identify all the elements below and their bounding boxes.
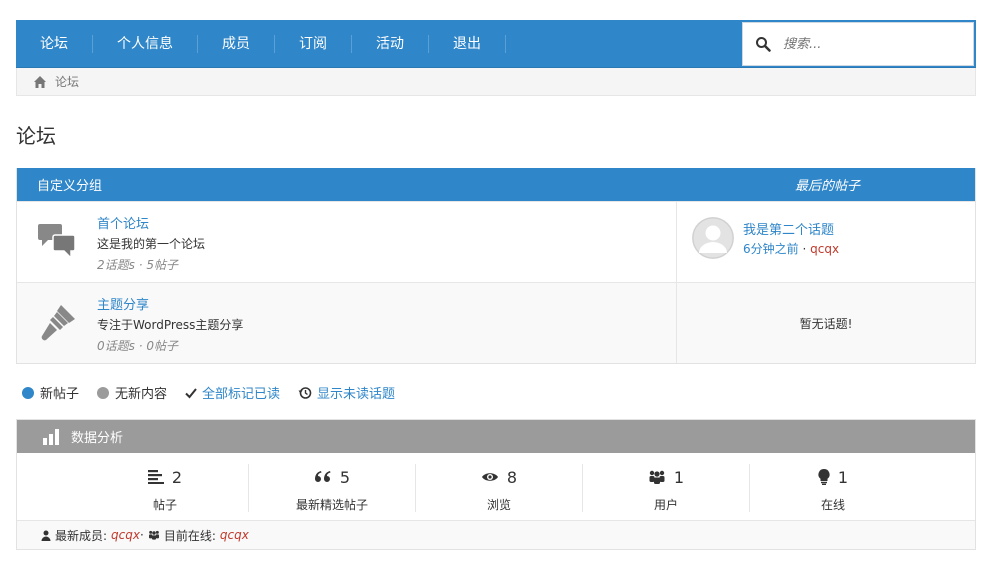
page-title: 论坛 [16, 124, 56, 148]
legend: 新帖子 无新内容 全部标记已读 显示未读话题 [22, 383, 413, 402]
avatar[interactable] [692, 217, 734, 259]
legend-no-new: 无新内容 [97, 383, 167, 402]
chat-bubbles-icon [38, 224, 76, 260]
stat-views: 8 浏览 [415, 464, 582, 512]
stats-panel: 数据分析 2 帖子 5 最新精选帖子 8 浏览 1 用户 1 在线 最新成员: … [16, 419, 976, 550]
paintbrush-icon [41, 305, 75, 341]
forum-title-link[interactable]: 首个论坛 [97, 213, 149, 232]
legend-no-new-label: 无新内容 [115, 387, 168, 402]
nav-forums[interactable]: 论坛 [16, 34, 93, 53]
search-input[interactable] [781, 35, 955, 53]
forum-description: 这是我的第一个论坛 [97, 237, 206, 251]
forum-description: 专注于WordPress主题分享 [97, 318, 244, 332]
forum-row: 主题分享 专注于WordPress主题分享 0话题s · 0帖子 暂无话题! [17, 282, 975, 363]
stat-label: 在线 [820, 498, 845, 512]
nav-profile[interactable]: 个人信息 [93, 34, 198, 53]
forum-row: 首个论坛 这是我的第一个论坛 2话题s · 5帖子 我是第二个话题 6分钟之前 … [17, 201, 975, 282]
nav-members[interactable]: 成员 [198, 34, 275, 53]
forum-main: 主题分享 专注于WordPress主题分享 0话题s · 0帖子 [17, 283, 677, 363]
stat-label: 浏览 [486, 498, 511, 512]
stat-posts: 2 帖子 [82, 464, 248, 512]
stat-label: 最新精选帖子 [295, 498, 368, 512]
forum-title-link[interactable]: 主题分享 [97, 294, 149, 313]
stats-footer: 最新成员: qcqx · 目前在线: qcqx [17, 520, 975, 549]
history-icon [298, 386, 312, 399]
quote-icon [314, 471, 331, 482]
forum-last-post: 我是第二个话题 6分钟之前 · qcqx [677, 202, 975, 282]
no-topic-text: 暂无话题! [799, 317, 853, 331]
legend-new-posts-label: 新帖子 [40, 387, 80, 402]
bar-chart-icon [43, 428, 59, 445]
user-icon [41, 530, 51, 541]
user-silhouette-icon [692, 217, 734, 259]
forum-table: 自定义分组 最后的帖子 首个论坛 这是我的第一个论坛 2话题s · 5帖子 我是… [16, 168, 976, 364]
stat-value: 1 [837, 467, 849, 487]
last-topic-link[interactable]: 我是第二个话题 [743, 219, 834, 238]
stats-title: 数据分析 [71, 431, 124, 446]
eye-icon [481, 473, 498, 481]
newest-member-link[interactable]: qcqx [111, 528, 140, 542]
nav-subscriptions[interactable]: 订阅 [275, 34, 352, 53]
top-nav: 论坛 个人信息 成员 订阅 活动 退出 [16, 20, 976, 68]
new-posts-dot-icon [22, 386, 34, 399]
forum-table-header: 自定义分组 最后的帖子 [17, 168, 975, 201]
separator-dot: · [139, 528, 144, 542]
stat-label: 用户 [653, 498, 678, 512]
forum-last-post: 暂无话题! [677, 283, 975, 363]
nav-activity[interactable]: 活动 [352, 34, 429, 53]
check-icon [185, 387, 197, 398]
separator-dot: · [802, 242, 811, 256]
show-unread-link[interactable]: 显示未读话题 [298, 383, 395, 402]
forum-stats: 0话题s · 0帖子 [97, 339, 178, 353]
last-post-meta: 6分钟之前 · qcqx [743, 240, 839, 257]
stats-header: 数据分析 [17, 420, 975, 453]
stat-cells: 2 帖子 5 最新精选帖子 8 浏览 1 用户 1 在线 [82, 464, 916, 512]
list-icon [147, 470, 164, 484]
page: 论坛 个人信息 成员 订阅 活动 退出 论坛 论坛 自定义分组 最后的帖子 [0, 0, 986, 566]
online-now-label: 目前在线: [163, 528, 216, 543]
stat-users: 1 用户 [582, 464, 749, 512]
online-user-link[interactable]: qcqx [220, 528, 249, 542]
breadcrumb-forums[interactable]: 论坛 [55, 73, 79, 90]
forum-stats: 2话题s · 5帖子 [97, 258, 178, 272]
last-post-author[interactable]: qcqx [810, 242, 839, 256]
last-post-header: 最后的帖子 [795, 179, 861, 194]
stat-value: 5 [339, 467, 351, 487]
stat-value: 1 [673, 467, 685, 487]
stat-featured: 5 最新精选帖子 [248, 464, 415, 512]
group-header: 自定义分组 [37, 179, 103, 194]
users-icon [649, 470, 665, 484]
last-post-time[interactable]: 6分钟之前 [743, 242, 799, 256]
users-icon [148, 530, 159, 540]
breadcrumb: 论坛 [16, 68, 976, 96]
newest-member-label: 最新成员: [55, 528, 108, 543]
show-unread-label[interactable]: 显示未读话题 [317, 383, 395, 402]
legend-new-posts: 新帖子 [22, 383, 79, 402]
no-new-dot-icon [97, 386, 110, 399]
stat-label: 帖子 [152, 498, 177, 512]
mark-all-read-link[interactable]: 全部标记已读 [185, 383, 280, 402]
search-icon[interactable] [755, 36, 771, 52]
stat-value: 8 [506, 467, 518, 487]
stat-online: 1 在线 [749, 464, 916, 512]
forum-main: 首个论坛 这是我的第一个论坛 2话题s · 5帖子 [17, 202, 677, 282]
search-box [742, 22, 974, 66]
stat-value: 2 [171, 467, 183, 487]
lightbulb-icon [818, 469, 830, 485]
nav-logout[interactable]: 退出 [429, 34, 506, 53]
home-icon[interactable] [33, 75, 47, 89]
mark-all-read-label[interactable]: 全部标记已读 [202, 383, 280, 402]
